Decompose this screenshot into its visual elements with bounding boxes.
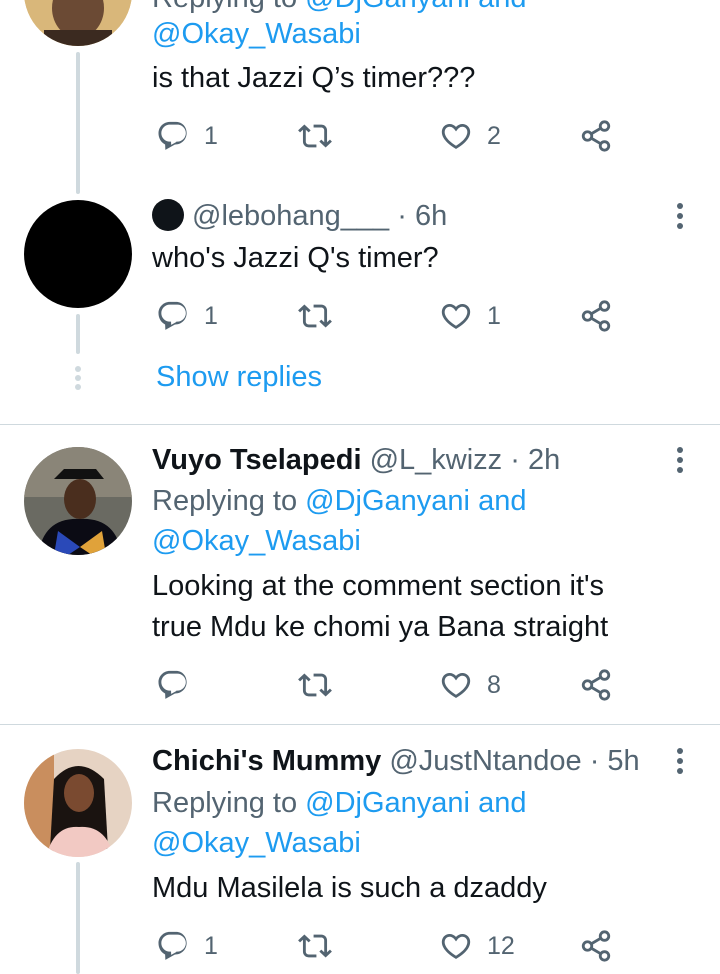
share-button[interactable] <box>579 296 613 336</box>
user-handle[interactable]: @L_kwizz <box>370 444 503 476</box>
reply-count: 1 <box>204 121 218 150</box>
avatar[interactable] <box>24 447 132 555</box>
tweet-actions: 8 <box>0 665 720 705</box>
reply-count: 1 <box>204 931 218 960</box>
more-vertical-icon[interactable] <box>670 442 690 478</box>
share-icon <box>579 668 613 702</box>
retweet-icon <box>298 929 332 963</box>
replying-to-cont: @Okay_Wasabi <box>152 523 361 559</box>
avatar[interactable] <box>24 200 132 308</box>
more-vertical-icon[interactable] <box>670 743 690 779</box>
reply-icon <box>156 299 190 333</box>
retweet-button[interactable] <box>298 116 332 156</box>
tweet-header: @lebohang___ · 6h <box>152 198 447 234</box>
separator-dot: · <box>397 200 407 232</box>
like-count: 8 <box>487 670 501 699</box>
like-count: 2 <box>487 121 501 150</box>
tweet-actions: 1 2 <box>0 116 720 156</box>
thread-ellipsis <box>74 366 82 390</box>
tweet-time[interactable]: 2h <box>528 444 560 476</box>
heart-icon <box>439 299 473 333</box>
mention-link[interactable]: @DjGanyani <box>305 787 470 819</box>
mention-link[interactable]: @Okay_Wasabi <box>152 827 361 859</box>
replying-to-cont: @Okay_Wasabi <box>152 825 361 861</box>
more-vertical-icon[interactable] <box>670 198 690 234</box>
retweet-icon <box>298 668 332 702</box>
share-button[interactable] <box>579 926 613 966</box>
like-button[interactable]: 12 <box>439 926 515 966</box>
display-name[interactable]: Vuyo Tselapedi <box>152 444 362 476</box>
like-button[interactable]: 1 <box>439 296 501 336</box>
retweet-button[interactable] <box>298 296 332 336</box>
tweet-header: Vuyo Tselapedi @L_kwizz · 2h <box>152 442 560 478</box>
mention-link[interactable]: @Okay_Wasabi <box>152 18 361 50</box>
retweet-button[interactable] <box>298 926 332 966</box>
tweet-text: is that Jazzi Q’s timer??? <box>152 62 476 94</box>
user-handle[interactable]: @JustNtandoe <box>389 745 581 777</box>
reply-button[interactable] <box>156 665 190 705</box>
separator-dot: · <box>510 444 520 476</box>
reply-button[interactable]: 1 <box>156 296 218 336</box>
replying-to: Replying to @DjGanyani and <box>152 0 526 16</box>
reply-button[interactable]: 1 <box>156 116 218 156</box>
mention-link[interactable]: @Okay_Wasabi <box>152 525 361 557</box>
tweet-actions: 1 1 <box>0 296 720 336</box>
user-handle[interactable]: @lebohang___ <box>192 200 389 232</box>
like-count: 1 <box>487 301 501 330</box>
like-button[interactable]: 2 <box>439 116 501 156</box>
reply-icon <box>156 119 190 153</box>
tweet-header: Chichi's Mummy @JustNtandoe · 5h <box>152 743 640 779</box>
tweet-text: who's Jazzi Q's timer? <box>152 242 439 274</box>
reply-button[interactable]: 1 <box>156 926 218 966</box>
mention-link[interactable]: @DjGanyani <box>305 0 470 14</box>
replying-to: Replying to @DjGanyani and <box>152 485 527 517</box>
mention-link[interactable]: @DjGanyani <box>305 485 470 517</box>
avatar[interactable] <box>24 0 132 46</box>
share-button[interactable] <box>579 665 613 705</box>
retweet-button[interactable] <box>298 665 332 705</box>
tweet-text-line-1: Looking at the comment section it's <box>152 570 605 602</box>
like-button[interactable]: 8 <box>439 665 501 705</box>
tweet-time[interactable]: 6h <box>415 200 447 232</box>
heart-icon <box>439 668 473 702</box>
retweet-icon <box>298 299 332 333</box>
like-count: 12 <box>487 931 515 960</box>
tweet-text: Mdu Masilela is such a dzaddy <box>152 872 547 904</box>
divider <box>0 424 720 425</box>
share-icon <box>579 119 613 153</box>
separator-dot: · <box>589 745 600 777</box>
reply-count: 1 <box>204 301 218 330</box>
share-icon <box>579 929 613 963</box>
tweet-actions: 1 12 <box>0 926 720 966</box>
share-icon <box>579 299 613 333</box>
tweet-time[interactable]: 5h <box>607 745 639 777</box>
show-replies-link[interactable]: Show replies <box>156 359 322 395</box>
heart-icon <box>439 929 473 963</box>
small-avatar[interactable] <box>152 199 184 231</box>
replying-to-cont: @Okay_Wasabi <box>152 16 361 52</box>
reply-icon <box>156 668 190 702</box>
heart-icon <box>439 119 473 153</box>
tweet-text-line-2: true Mdu ke chomi ya Bana straight <box>152 611 609 643</box>
share-button[interactable] <box>579 116 613 156</box>
avatar[interactable] <box>24 749 132 857</box>
display-name[interactable]: Chichi's Mummy <box>152 745 381 777</box>
replying-to: Replying to @DjGanyani and <box>152 787 527 819</box>
reply-icon <box>156 929 190 963</box>
divider <box>0 724 720 725</box>
retweet-icon <box>298 119 332 153</box>
